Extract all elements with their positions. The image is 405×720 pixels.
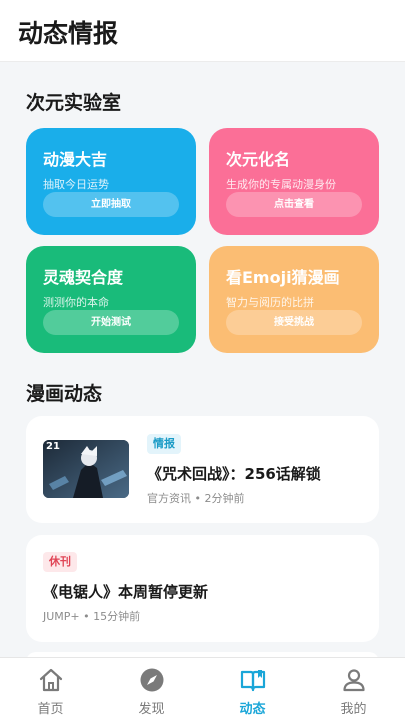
lab-section-title: 次元实验室	[26, 92, 122, 114]
news-tag: 休刊	[43, 552, 77, 572]
view-alias-button[interactable]: 点击查看	[226, 192, 362, 217]
tab-label: 我的	[340, 702, 367, 717]
app-header: 动态情报	[0, 0, 405, 62]
user-icon	[343, 669, 365, 692]
accept-challenge-button[interactable]: 接受挑战	[226, 310, 362, 335]
card-subtitle: 测测你的本命	[43, 296, 109, 309]
card-subtitle: 智力与阅历的比拼	[226, 296, 314, 309]
lab-card-alias[interactable]: 次元化名 生成你的专属动漫身份 点击查看	[209, 128, 379, 235]
news-meta: JUMP+ • 15分钟前	[43, 610, 141, 623]
book-icon	[240, 670, 266, 692]
compass-icon	[140, 668, 164, 692]
cover-issue-number: 21	[46, 441, 60, 452]
card-title: 动漫大吉	[43, 150, 108, 169]
news-section-title: 漫画动态	[26, 383, 103, 405]
lab-card-fortune[interactable]: 动漫大吉 抽取今日运势 立即抽取	[26, 128, 196, 235]
tab-discover[interactable]: 发现	[101, 658, 202, 720]
page-title: 动态情报	[18, 19, 119, 48]
news-item[interactable]: 休刊 《电锯人》本周暂停更新 JUMP+ • 15分钟前	[26, 535, 379, 642]
card-subtitle: 生成你的专属动漫身份	[226, 178, 336, 191]
news-tag: 情报	[147, 434, 181, 454]
tab-label: 首页	[37, 702, 64, 717]
card-title: 灵魂契合度	[43, 268, 124, 287]
home-icon	[39, 668, 63, 692]
news-thumbnail: 21	[43, 440, 129, 498]
lab-card-emoji-quiz[interactable]: 看Emoji猜漫画 智力与阅历的比拼 接受挑战	[209, 246, 379, 353]
tab-home[interactable]: 首页	[0, 658, 101, 720]
news-title: 《咒术回战》：256话解锁	[147, 465, 321, 483]
card-title: 次元化名	[226, 150, 291, 169]
card-subtitle: 抽取今日运势	[43, 178, 109, 191]
bottom-tab-bar: 首页 发现 动态 我的	[0, 657, 405, 720]
tab-profile[interactable]: 我的	[303, 658, 404, 720]
start-test-button[interactable]: 开始测试	[43, 310, 179, 335]
news-meta: 官方资讯 • 2分钟前	[147, 492, 245, 505]
tab-feed[interactable]: 动态	[202, 658, 303, 720]
lab-card-soulmate[interactable]: 灵魂契合度 测测你的本命 开始测试	[26, 246, 196, 353]
card-title: 看Emoji猜漫画	[226, 268, 340, 287]
tab-label: 动态	[239, 702, 266, 717]
draw-fortune-button[interactable]: 立即抽取	[43, 192, 179, 217]
tab-label: 发现	[138, 702, 165, 717]
news-item[interactable]: 21 情报 《咒术回战》：256话解锁 官方资讯 • 2分钟前	[26, 416, 379, 523]
news-title: 《电锯人》本周暂停更新	[43, 583, 209, 601]
